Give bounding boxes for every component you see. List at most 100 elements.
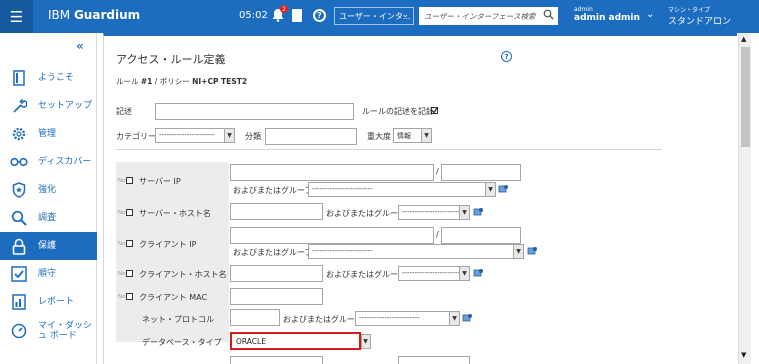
machine-type-value: スタンドアロン [668, 17, 732, 27]
sidebar-item-label: 調査 [38, 213, 57, 223]
clipboard-icon[interactable] [292, 9, 302, 22]
log-description-label: ルールの記述を記録 [362, 107, 434, 116]
client-mac-label: クライアント MAC [139, 293, 208, 302]
server-host-input[interactable] [230, 203, 323, 220]
db-type-select[interactable]: ORACLE [230, 332, 361, 350]
next-row-input[interactable] [230, 356, 323, 364]
server-ip-group-select[interactable]: ------------------------ ▼ [308, 182, 496, 197]
client-ip-not-checkbox[interactable] [126, 240, 133, 247]
group-picker-icon[interactable] [473, 207, 484, 217]
client-host-input[interactable] [230, 265, 323, 282]
chevron-down-icon: ▼ [449, 312, 459, 325]
sidebar-item-reports[interactable]: レポート [0, 288, 97, 316]
rule-prefix: ルール [116, 77, 141, 86]
sidebar-item-manage[interactable]: 管理 [0, 120, 97, 148]
description-label: 記述 [116, 107, 132, 116]
server-host-group-label: およびまたはグループ [326, 209, 406, 218]
client-ip-input[interactable] [230, 227, 434, 244]
net-protocol-group-select[interactable]: ------------------------ ▼ [355, 311, 460, 326]
sidebar-item-welcome[interactable]: ようこそ [0, 64, 97, 92]
category-select[interactable]: ---------------------- ▼ [155, 128, 235, 143]
client-ip-label: クライアント IP [139, 240, 197, 249]
chevron-down-icon: ▼ [459, 206, 469, 219]
net-protocol-input[interactable] [230, 309, 280, 326]
lock-icon [0, 238, 38, 255]
brand: IBM Guardium [48, 8, 140, 22]
rule-breadcrumb: ルール #1 / ポリシー NI+CP TEST2 [116, 76, 247, 87]
client-ip-group-value: ------------------------ [312, 247, 373, 255]
chevron-down-icon: ⌄ [401, 10, 409, 20]
server-ip-label: サーバー IP [139, 177, 181, 186]
help-icon[interactable]: ? [313, 9, 326, 22]
net-protocol-group-value: ------------------------ [359, 314, 420, 322]
interface-select[interactable]: ユーザー・インタ... ⌄ [334, 7, 414, 25]
sidebar-item-label: セットアップ [38, 101, 93, 111]
user-chevron-icon[interactable]: ⌄ [646, 9, 654, 20]
sidebar-item-comply[interactable]: 順守 [0, 260, 97, 288]
scroll-down-icon[interactable]: ▼ [741, 351, 746, 359]
server-ip-input[interactable] [230, 164, 434, 181]
sidebar-item-protect[interactable]: 保護 [0, 232, 97, 260]
search-input[interactable]: ユーザー・インターフェース検索 [419, 7, 558, 25]
client-host-group-label: およびまたはグループ [326, 270, 406, 279]
client-ip-mask-input[interactable] [441, 227, 521, 244]
wrench-icon [0, 98, 38, 114]
client-mac-not-checkbox[interactable] [126, 293, 133, 300]
net-protocol-label: ネット・プロトコル [142, 315, 214, 324]
menu-icon[interactable]: ☰ [0, 0, 33, 33]
client-ip-group-select[interactable]: ------------------------ ▼ [308, 244, 524, 259]
client-host-label: クライアント・ホスト名 [139, 270, 227, 279]
sidebar-item-setup[interactable]: セットアップ [0, 92, 97, 120]
scrollbar-thumb[interactable] [741, 47, 750, 147]
search-icon[interactable] [543, 9, 554, 20]
description-input[interactable] [155, 103, 354, 120]
clock: 05:02 [239, 10, 268, 21]
sidebar-item-discover[interactable]: ディスカバー [0, 148, 97, 176]
client-host-not-checkbox[interactable] [126, 270, 133, 277]
welcome-icon [0, 70, 38, 86]
search-placeholder: ユーザー・インターフェース検索 [424, 12, 536, 21]
server-ip-not-checkbox[interactable] [126, 177, 133, 184]
chevron-down-icon: ▼ [513, 245, 523, 258]
chevron-down-icon: ▼ [421, 129, 431, 142]
server-host-label: サーバー・ホスト名 [139, 209, 211, 218]
sidebar-item-label: 強化 [38, 185, 57, 195]
search-icon [0, 210, 38, 226]
group-picker-icon[interactable] [498, 184, 509, 194]
log-description-checkbox[interactable] [431, 107, 438, 114]
collapse-sidebar-icon[interactable]: « [76, 39, 84, 53]
server-ip-mask-input[interactable] [441, 164, 521, 181]
client-mac-input[interactable] [230, 288, 323, 305]
severity-value: 情報 [397, 132, 411, 140]
classification-input[interactable] [265, 128, 357, 145]
top-bar: ☰ IBM Guardium 05:02 2 ? ユーザー・インタ... ⌄ ユー… [0, 0, 759, 33]
scroll-up-icon[interactable]: ▲ [741, 35, 746, 43]
server-host-group-select[interactable]: ------------------------ ▼ [398, 205, 470, 220]
user-menu[interactable]: admin admin admin [574, 6, 640, 23]
shield-icon [0, 182, 38, 198]
access-rule-panel: アクセス・ルール定義 ? ルール #1 / ポリシー NI+CP TEST2 記… [103, 33, 737, 364]
severity-select[interactable]: 情報 ▼ [393, 128, 432, 143]
sidebar-item-label: ディスカバー [38, 157, 92, 167]
db-type-label: データベース・タイプ [142, 338, 222, 347]
db-type-dropdown[interactable]: ▼ [361, 334, 371, 349]
checkbox-icon [0, 266, 38, 282]
group-picker-icon[interactable] [527, 246, 538, 256]
next-row-select[interactable] [398, 356, 470, 364]
server-ip-group-value: ------------------------ [312, 185, 373, 193]
sidebar-item-harden[interactable]: 強化 [0, 176, 97, 204]
user-small: admin [574, 6, 593, 13]
slash: / [436, 230, 439, 239]
group-picker-icon[interactable] [462, 313, 473, 323]
gear-icon [0, 126, 38, 142]
sidebar: « ようこそ セットアップ 管理 ディスカバー 強化 調査 保護 順守 レポート… [0, 33, 97, 364]
scrollbar[interactable]: ▲ ▼ [738, 33, 751, 364]
server-host-not-checkbox[interactable] [126, 209, 133, 216]
client-ip-group-label: およびまたはグループ [233, 248, 313, 257]
chevron-down-icon: ▼ [459, 267, 469, 280]
group-picker-icon[interactable] [473, 268, 484, 278]
sidebar-item-dashboard[interactable]: マイ・ダッシュ ボード [0, 316, 97, 346]
help-icon[interactable]: ? [501, 51, 512, 62]
client-host-group-select[interactable]: ------------------------ ▼ [398, 266, 470, 281]
sidebar-item-investigate[interactable]: 調査 [0, 204, 97, 232]
